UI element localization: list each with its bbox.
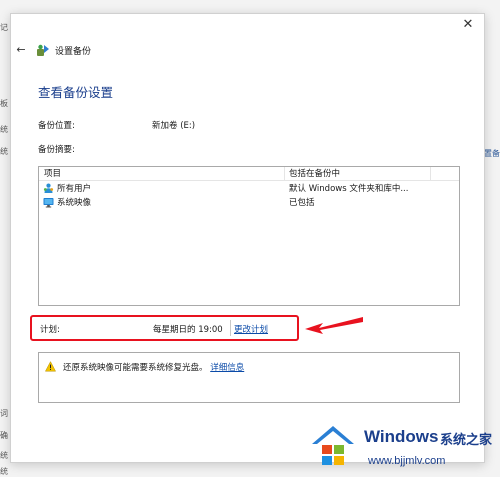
list-item-name-cell: 所有用户	[39, 182, 285, 194]
details-link[interactable]: 详细信息	[210, 363, 244, 373]
list-item-name: 系统映像	[57, 198, 92, 208]
watermark-brand: Windows	[364, 427, 439, 446]
background-edge-text: 确	[0, 431, 8, 440]
list-item[interactable]: 所有用户 默认 Windows 文件夹和库中...	[39, 181, 459, 195]
watermark-brand-cn: 系统之家	[440, 433, 493, 448]
backup-location-label: 备份位置:	[38, 121, 75, 131]
page-title: 查看备份设置	[38, 85, 114, 100]
background-edge-text: 统	[0, 125, 8, 134]
users-icon	[43, 183, 54, 193]
background-edge-text: 统	[0, 147, 8, 156]
watermark-url: www.bjjmlv.com	[368, 455, 446, 467]
dialog-header: ← 设置备份	[14, 41, 91, 59]
close-button[interactable]: ✕	[460, 17, 476, 33]
list-item-name-cell: 系统映像	[39, 196, 285, 208]
schedule-label: 计划:	[40, 325, 60, 335]
column-header-item[interactable]: 项目	[39, 167, 285, 180]
backup-location-value: 新加卷 (E:)	[152, 121, 196, 131]
monitor-icon	[43, 197, 54, 207]
column-header-included[interactable]: 包括在备份中	[285, 167, 431, 180]
background-edge-text: 词	[0, 409, 8, 418]
warning-message: 还原系统映像可能需要系统修复光盘。 详细信息	[63, 361, 244, 373]
background-edge-text: 统	[0, 467, 8, 476]
list-header: 项目 包括在备份中	[39, 167, 459, 181]
backup-app-icon	[37, 44, 49, 56]
back-button[interactable]: ←	[14, 43, 28, 57]
warning-text: 还原系统映像可能需要系统修复光盘。	[63, 363, 208, 373]
background-edge-text: 统	[0, 451, 8, 460]
backup-settings-dialog: ✕ ← 设置备份 查看备份设置 备份位置: 新加卷 (E:) 备份摘要: 项目 …	[10, 13, 485, 463]
list-item-included: 已包括	[289, 198, 315, 208]
red-arrow-annotation	[305, 317, 363, 334]
windows-house-logo-icon	[312, 426, 354, 465]
change-schedule-link[interactable]: 更改计划	[234, 323, 268, 335]
background-edge-text: 记	[0, 23, 8, 32]
list-item[interactable]: 系统映像 已包括	[39, 195, 459, 209]
background-edge-text: 板	[0, 99, 8, 108]
header-title: 设置备份	[55, 46, 92, 57]
warning-box: 还原系统映像可能需要系统修复光盘。 详细信息	[38, 352, 460, 403]
backup-summary-label: 备份摘要:	[38, 145, 75, 155]
backup-summary-list[interactable]: 项目 包括在备份中 所有用户 默认 Windows 文件夹和库中... 系统映像…	[38, 166, 460, 306]
schedule-value: 每星期日的 19:00	[153, 325, 223, 335]
schedule-divider	[230, 320, 231, 336]
schedule-highlight-box: 计划: 每星期日的 19:00 更改计划	[30, 315, 299, 341]
list-item-included: 默认 Windows 文件夹和库中...	[289, 184, 409, 194]
warning-icon	[45, 361, 56, 372]
watermark: Windows 系统之家 www.bjjmlv.com	[264, 416, 500, 477]
list-item-name: 所有用户	[57, 184, 92, 194]
